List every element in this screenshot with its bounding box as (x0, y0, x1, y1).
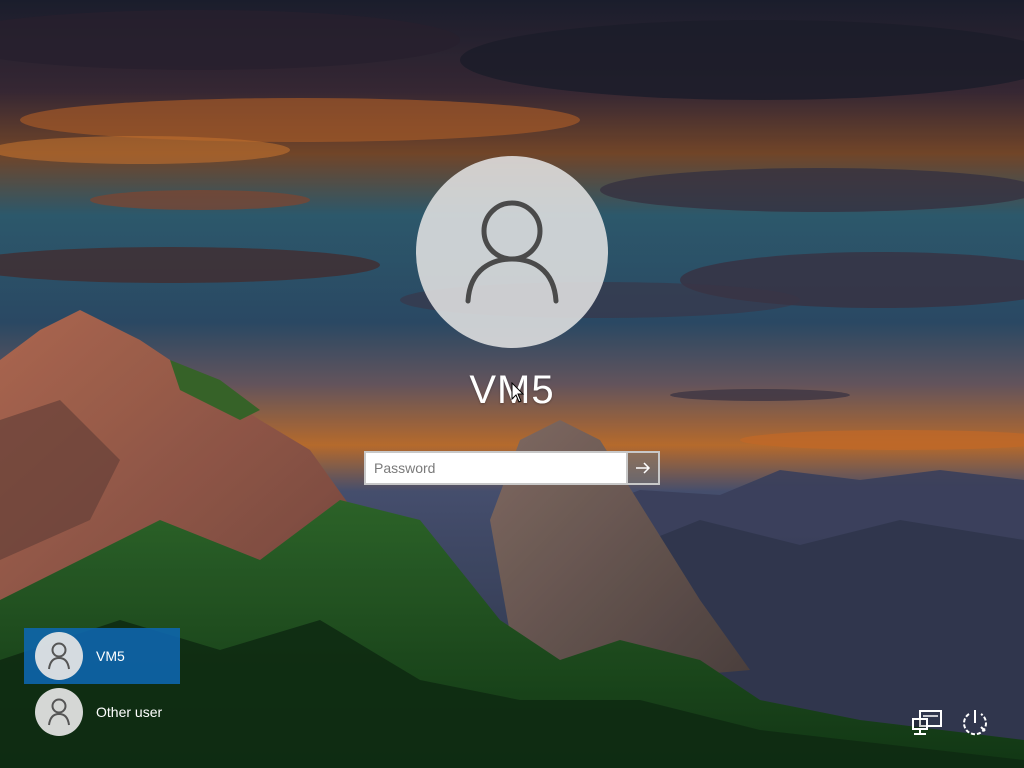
user-list-item[interactable]: VM5 (24, 628, 180, 684)
password-input[interactable] (364, 451, 626, 485)
power-icon (963, 710, 987, 736)
avatar (35, 632, 83, 680)
password-box (364, 451, 660, 485)
submit-button[interactable] (626, 451, 660, 485)
user-avatar (416, 156, 608, 348)
avatar (35, 688, 83, 736)
network-icon (912, 710, 942, 735)
user-list-item-label: VM5 (96, 648, 125, 664)
person-icon (465, 200, 559, 304)
person-icon (48, 642, 70, 670)
mouse-cursor-icon (511, 382, 525, 403)
user-list-item-label: Other user (96, 704, 163, 720)
network-button[interactable] (910, 706, 944, 740)
power-button[interactable] (958, 706, 992, 740)
user-switcher-list: VM5 Other user (24, 628, 180, 740)
user-list-item[interactable]: Other user (24, 684, 180, 740)
arrow-right-icon (636, 462, 651, 474)
person-icon (48, 698, 70, 726)
